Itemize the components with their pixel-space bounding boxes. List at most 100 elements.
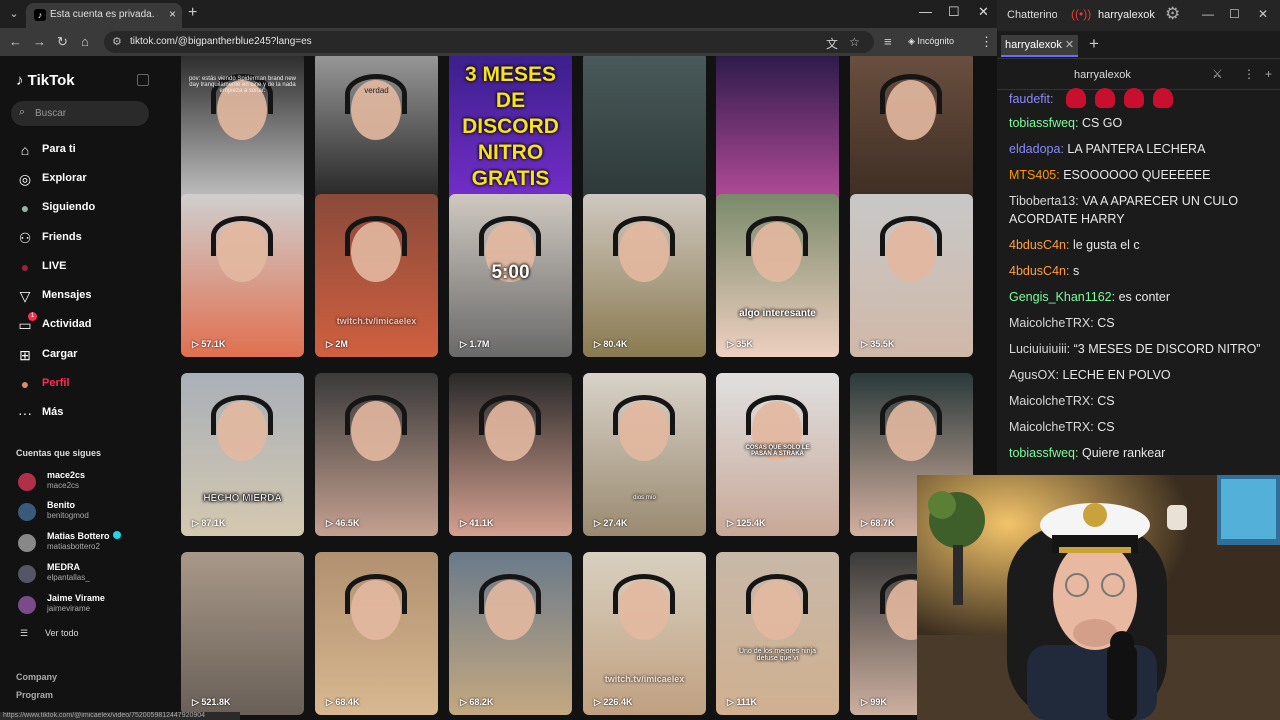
translate-icon[interactable]: 文 bbox=[826, 35, 838, 52]
nav-item-9[interactable]: ··· Más bbox=[16, 403, 156, 425]
thumbnail-headset bbox=[880, 395, 942, 435]
chat-username[interactable]: 4bdusC4n: bbox=[1009, 264, 1069, 278]
chat-menu-icon[interactable]: ⋮ bbox=[1243, 67, 1255, 81]
chat-close-icon[interactable]: ✕ bbox=[1258, 7, 1268, 21]
video-card[interactable]: Uno de los mejores ninja defuse que vi ▷ … bbox=[716, 552, 839, 715]
nav-item-6[interactable]: ▭ 1 Actividad bbox=[16, 312, 156, 337]
video-card[interactable]: ▷ 46.5K bbox=[315, 373, 438, 536]
chat-username[interactable]: eldadopa: bbox=[1009, 142, 1064, 156]
chat-message: faudefit: bbox=[1009, 88, 1271, 108]
tab-close-icon[interactable]: × bbox=[169, 7, 176, 21]
add-tab-icon[interactable]: + bbox=[1089, 34, 1099, 54]
view-count: ▷ 87.1K bbox=[192, 518, 225, 529]
paper-plane-icon: ▽ bbox=[19, 288, 31, 304]
following-account[interactable]: MEDRA elpantallas_ bbox=[18, 562, 158, 584]
chat-username[interactable]: MaicolcheTRX: bbox=[1009, 420, 1094, 434]
footer-company-link[interactable]: Company bbox=[16, 672, 57, 682]
view-count: ▷ 35.5K bbox=[861, 339, 894, 350]
maximize-icon[interactable]: ☐ bbox=[948, 4, 960, 20]
video-card[interactable]: ▷ 80.9K bbox=[850, 56, 973, 215]
back-icon[interactable]: ← bbox=[9, 34, 22, 49]
video-card[interactable]: verdad▷ 2.6M bbox=[315, 56, 438, 215]
nav-label: Siguiendo bbox=[42, 201, 96, 213]
search-input[interactable] bbox=[35, 104, 143, 123]
nav-item-5[interactable]: ▽ Mensajes bbox=[16, 286, 156, 308]
chat-username[interactable]: Luciuiuiuiii: bbox=[1009, 342, 1070, 356]
video-card[interactable]: ▷ 115.8K bbox=[583, 56, 706, 215]
chat-message: tobiassfweq: Quiere rankear bbox=[1009, 444, 1271, 462]
site-info-icon[interactable]: ⚙ bbox=[112, 35, 122, 48]
nav-item-2[interactable]: ● Siguiendo bbox=[16, 198, 156, 220]
video-card[interactable]: ▷ 80.4K bbox=[583, 194, 706, 357]
video-card[interactable]: ▷ 57.1K bbox=[181, 194, 304, 357]
chat-maximize-icon[interactable]: ☐ bbox=[1229, 7, 1240, 21]
nav-item-1[interactable]: ◎ Explorar bbox=[16, 169, 156, 191]
close-window-icon[interactable]: ✕ bbox=[978, 4, 989, 20]
search-box[interactable]: ⌕ bbox=[11, 101, 149, 126]
reload-icon[interactable]: ↻ bbox=[57, 34, 68, 50]
video-card[interactable]: pov: estás viendo Spiderman brand new da… bbox=[181, 56, 304, 215]
video-card[interactable]: ▷ 68.4K bbox=[315, 552, 438, 715]
chat-username[interactable]: Gengis_Khan1162: bbox=[1009, 290, 1115, 304]
moderation-icon[interactable]: ⚔ bbox=[1212, 67, 1223, 81]
tiktok-favicon-icon: ♪ bbox=[34, 9, 46, 21]
gear-icon[interactable]: ⚙ bbox=[1165, 4, 1180, 24]
browser-menu-icon[interactable]: ⋮ bbox=[980, 34, 993, 50]
video-card[interactable]: 5:00 ▷ 1.7M bbox=[449, 194, 572, 357]
video-card[interactable]: ▷ 35.5K bbox=[850, 194, 973, 357]
webcam-overlay bbox=[917, 475, 1280, 720]
view-count-value: 111K bbox=[736, 697, 757, 707]
video-card[interactable]: algo interesante ▷ 35K bbox=[716, 194, 839, 357]
chat-username[interactable]: MaicolcheTRX: bbox=[1009, 316, 1094, 330]
following-account[interactable]: Benito benitogmod bbox=[18, 500, 158, 522]
chat-username[interactable]: tobiassfweq: bbox=[1009, 446, 1078, 460]
following-account[interactable]: mace2cs mace2cs bbox=[18, 470, 158, 492]
video-card[interactable]: twitch.tv/imicaelex ▷ 2M bbox=[315, 194, 438, 357]
nav-item-4[interactable]: ● LIVE bbox=[16, 257, 156, 279]
video-card[interactable]: ▷ 68.2K bbox=[449, 552, 572, 715]
chat-username[interactable]: Tiboberta13: bbox=[1009, 194, 1079, 208]
chat-username[interactable]: 4bdusC4n: bbox=[1009, 238, 1069, 252]
following-avatar-icon: ● bbox=[20, 200, 30, 216]
chat-username[interactable]: AgusOX: bbox=[1009, 368, 1059, 382]
video-card[interactable]: ▷ 521.8K bbox=[181, 552, 304, 715]
nav-item-7[interactable]: ⊞ Cargar bbox=[16, 345, 156, 367]
chat-tab-channel[interactable]: harryalexok ✕ bbox=[1001, 35, 1079, 57]
video-card[interactable]: twitch.tv/imicaelex ▷ 226.4K bbox=[583, 552, 706, 715]
chat-username[interactable]: MTS405: bbox=[1009, 168, 1060, 182]
following-account[interactable]: Matias Bottero matiasbottero2 bbox=[18, 531, 158, 553]
chat-titlebar-user[interactable]: harryalexok bbox=[1098, 9, 1155, 21]
verified-badge-icon bbox=[112, 531, 121, 539]
browser-tab[interactable]: ♪ Esta cuenta es privada. Sigue esta × bbox=[26, 3, 182, 28]
tab-search-icon[interactable]: ⌄ bbox=[5, 5, 23, 23]
incognito-indicator[interactable]: ◈ Incógnito bbox=[908, 36, 954, 47]
media-control-icon[interactable]: ≡ bbox=[884, 34, 892, 49]
nav-item-0[interactable]: ⌂ Para ti bbox=[16, 140, 156, 162]
video-card[interactable]: COSAS QUE SOLO LE PASAN A STRAKA ▷ 125.4K bbox=[716, 373, 839, 536]
minimize-icon[interactable]: — bbox=[919, 4, 932, 19]
video-card[interactable]: ▷ 139.9K bbox=[716, 56, 839, 215]
chat-message: MaicolcheTRX: CS bbox=[1009, 418, 1271, 436]
new-tab-icon[interactable]: + bbox=[188, 4, 197, 22]
bookmark-star-icon[interactable]: ☆ bbox=[849, 35, 860, 49]
split-add-icon[interactable]: + bbox=[1265, 67, 1272, 81]
video-card[interactable]: 3 MESES DE DISCORD NITRO GRATIS con NVID… bbox=[449, 56, 572, 215]
video-card[interactable]: dios mío ▷ 27.4K bbox=[583, 373, 706, 536]
url-field[interactable]: ⚙ tiktok.com/@bigpantherblue245?lang=es … bbox=[104, 31, 874, 53]
home-browser-icon[interactable]: ⌂ bbox=[81, 34, 89, 49]
incognito-label: Incógnito bbox=[917, 36, 954, 46]
forward-icon[interactable]: → bbox=[33, 34, 46, 49]
nav-item-8[interactable]: ● Perfil bbox=[16, 374, 156, 396]
chat-minimize-icon[interactable]: — bbox=[1202, 7, 1214, 21]
tiktok-logo[interactable]: ♪ TikTok bbox=[16, 72, 75, 89]
chat-username[interactable]: MaicolcheTRX: bbox=[1009, 394, 1094, 408]
video-card[interactable]: ▷ 41.1K bbox=[449, 373, 572, 536]
close-tab-icon[interactable]: ✕ bbox=[1065, 39, 1074, 51]
footer-program-link[interactable]: Program bbox=[16, 690, 53, 700]
collapse-sidebar-icon[interactable] bbox=[137, 74, 149, 86]
following-account[interactable]: Jaime Virame jaimevirame bbox=[18, 593, 158, 615]
video-card[interactable]: HECHO MIERDA ▷ 87.1K bbox=[181, 373, 304, 536]
chat-username[interactable]: faudefit: bbox=[1009, 92, 1053, 106]
chat-username[interactable]: tobiassfweq: bbox=[1009, 116, 1078, 130]
nav-item-3[interactable]: ⚇ Friends bbox=[16, 228, 156, 250]
